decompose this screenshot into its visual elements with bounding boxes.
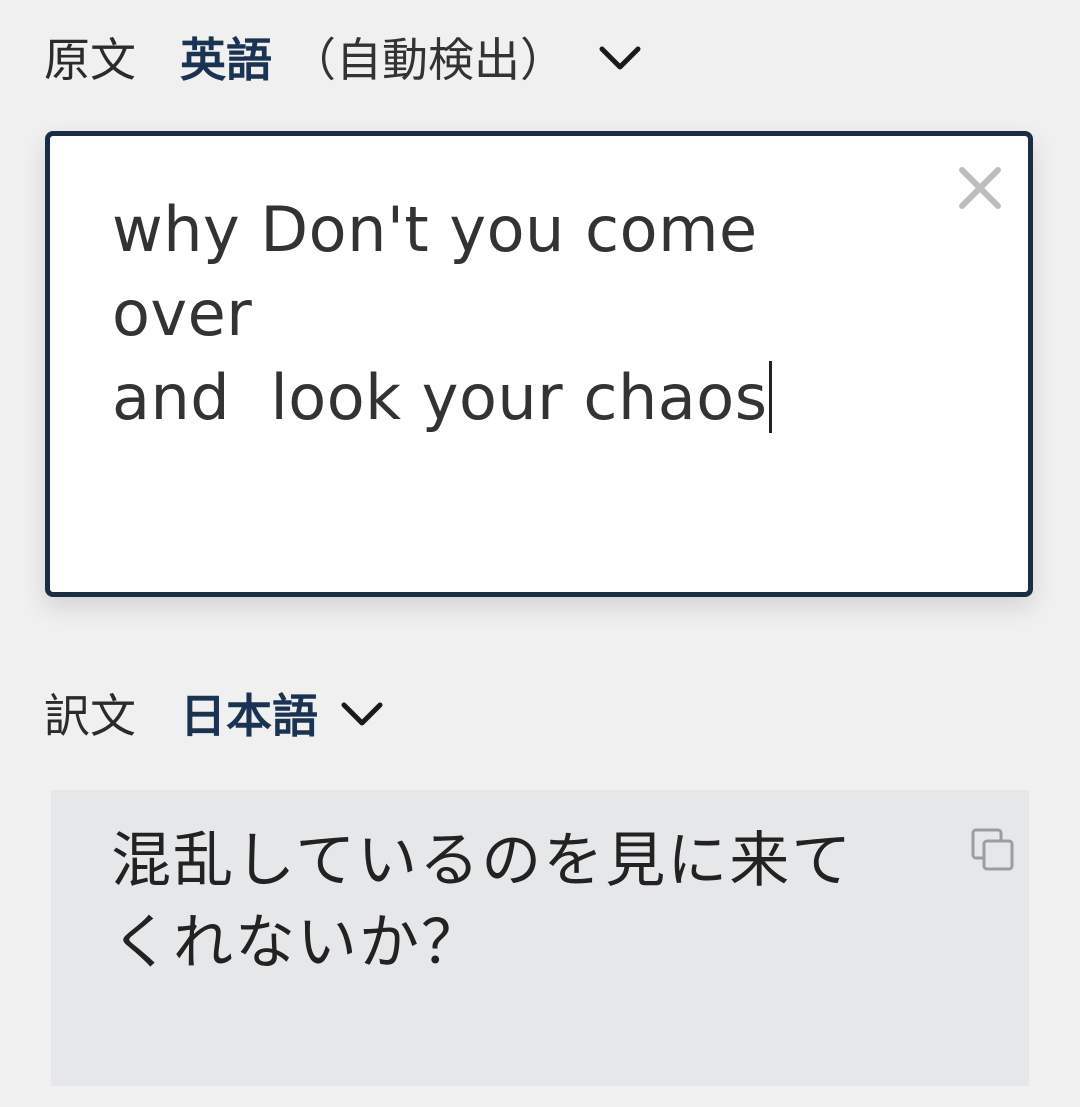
translation-result: 混乱しているのを見に来てくれないか？ [51, 790, 1029, 1086]
source-language-row: 原文 英語 （自動検出） [44, 22, 644, 92]
close-icon[interactable] [958, 166, 1002, 210]
text-cursor [768, 361, 772, 433]
translation-text: 混乱しているのを見に来てくれないか？ [111, 826, 854, 978]
chevron-down-icon[interactable] [596, 33, 644, 81]
source-text[interactable]: why Don't you come over and look your ch… [112, 188, 912, 440]
copy-icon[interactable] [971, 828, 1015, 872]
source-text-area[interactable]: why Don't you come over and look your ch… [45, 131, 1033, 597]
auto-detect-note[interactable]: （自動検出） [290, 24, 566, 90]
source-label: 原文 [44, 33, 136, 87]
source-text-content[interactable]: why Don't you come over and look your ch… [112, 193, 778, 434]
target-language[interactable]: 日本語 [180, 680, 318, 746]
chevron-down-icon[interactable] [338, 689, 386, 737]
source-language[interactable]: 英語 [180, 24, 272, 90]
target-language-row: 訳文 日本語 [44, 678, 386, 748]
target-label: 訳文 [44, 689, 136, 743]
